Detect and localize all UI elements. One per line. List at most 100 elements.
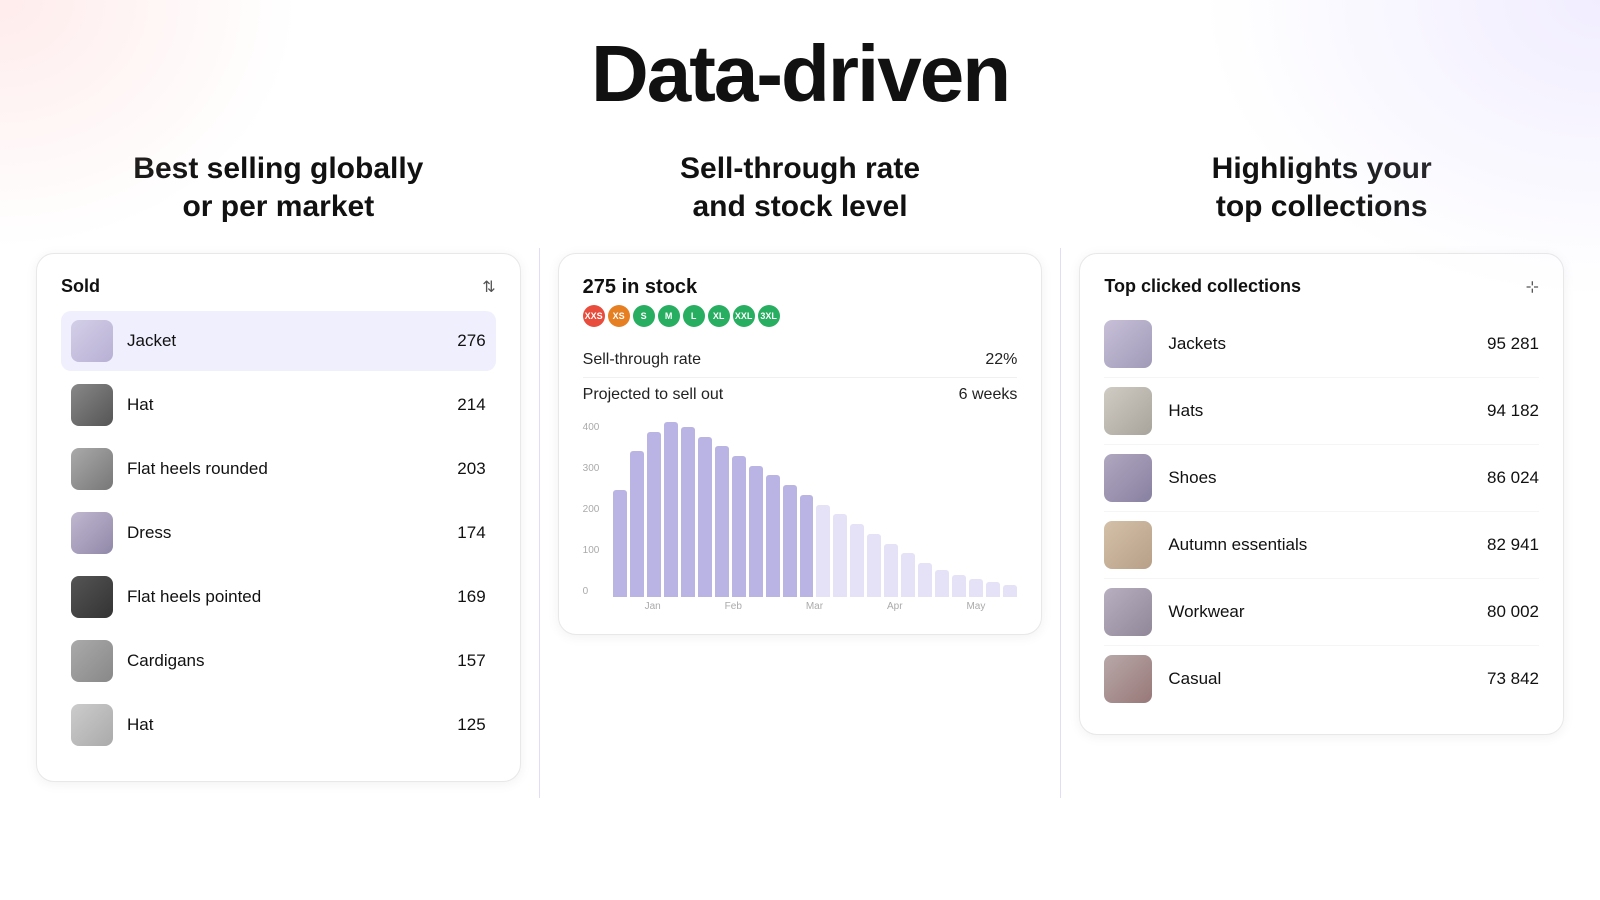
bar [969,579,983,597]
bar [715,446,729,597]
chart-x-labels: Jan Feb Mar Apr May [613,597,1018,612]
sold-item-thumb [71,512,113,554]
best-selling-card: Sold ⇅ Jacket 276 Hat 214 Flat heels rou… [36,253,521,782]
bar [918,563,932,597]
sold-item-name: Flat heels rounded [127,459,457,479]
collection-item[interactable]: Casual 73 842 [1104,646,1539,712]
metric-label: Sell-through rate [583,351,701,369]
collection-item[interactable]: Workwear 80 002 [1104,579,1539,646]
collection-thumb [1104,454,1152,502]
collection-name: Jackets [1168,334,1487,354]
size-dot: L [683,305,705,327]
size-dots: XXSXSSMLXLXXL3XL [583,305,1018,327]
size-dot: XXL [733,305,755,327]
bar [630,451,644,597]
collections-list: Jackets 95 281 Hats 94 182 Shoes 86 024 … [1104,311,1539,712]
bar [952,575,966,597]
bar [816,505,830,597]
bar [986,582,1000,597]
sort-icon[interactable]: ⇅ [482,277,495,297]
collection-item[interactable]: Shoes 86 024 [1104,445,1539,512]
sold-item[interactable]: Hat 125 [61,695,496,755]
bar [935,570,949,597]
bar [783,485,797,597]
metric-row: Sell-through rate 22% [583,343,1018,378]
bar-chart-area [613,422,1018,597]
sold-item-count: 157 [457,651,485,671]
columns-container: Best selling globallyor per market Sold … [0,150,1600,895]
bar [647,432,661,597]
column-left: Best selling globallyor per market Sold … [18,150,539,782]
collection-thumb [1104,521,1152,569]
size-dot: XL [708,305,730,327]
collection-count: 94 182 [1487,401,1539,421]
collections-label: Top clicked collections [1104,276,1301,297]
size-dot: XXS [583,305,605,327]
collection-thumb [1104,655,1152,703]
bar [884,544,898,597]
sold-item-name: Cardigans [127,651,457,671]
stock-count: 275 in stock [583,276,698,299]
sold-item[interactable]: Hat 214 [61,375,496,435]
sold-item-name: Jacket [127,331,457,351]
sell-through-card: 275 in stock XXSXSSMLXLXXL3XL Sell-throu… [558,253,1043,635]
collection-item[interactable]: Jackets 95 281 [1104,311,1539,378]
bar [867,534,881,597]
bar [833,514,847,597]
sold-item-name: Flat heels pointed [127,587,457,607]
bar [850,524,864,597]
bar [800,495,814,597]
sold-item-count: 125 [457,715,485,735]
metric-row: Projected to sell out 6 weeks [583,378,1018,412]
stock-header: 275 in stock [583,276,1018,299]
chart-y-labels: 400 300 200 100 0 [583,422,600,597]
bar [698,437,712,597]
collection-name: Hats [1168,401,1487,421]
column-title-right: Highlights yourtop collections [1212,150,1432,225]
sold-item-thumb [71,640,113,682]
sold-item[interactable]: Flat heels pointed 169 [61,567,496,627]
sold-item-thumb [71,576,113,618]
sold-item-count: 203 [457,459,485,479]
collection-thumb [1104,320,1152,368]
bar [901,553,915,597]
collection-count: 86 024 [1487,468,1539,488]
bar [766,475,780,597]
sold-item[interactable]: Jacket 276 [61,311,496,371]
collection-count: 95 281 [1487,334,1539,354]
sold-item[interactable]: Dress 174 [61,503,496,563]
page-title: Data-driven [0,0,1600,150]
collection-item[interactable]: Hats 94 182 [1104,378,1539,445]
metric-value: 22% [985,351,1017,369]
size-dot: S [633,305,655,327]
collection-count: 80 002 [1487,602,1539,622]
column-middle: Sell-through rateand stock level 275 in … [540,150,1061,635]
sold-label: Sold [61,276,100,297]
bar [613,490,627,597]
metrics-list: Sell-through rate 22% Projected to sell … [583,343,1018,412]
sold-item[interactable]: Flat heels rounded 203 [61,439,496,499]
sold-header: Sold ⇅ [61,276,496,297]
sold-item-thumb [71,448,113,490]
sold-list: Jacket 276 Hat 214 Flat heels rounded 20… [61,311,496,755]
sold-item-name: Dress [127,523,457,543]
size-dot: 3XL [758,305,780,327]
metric-label: Projected to sell out [583,386,724,404]
metric-value: 6 weeks [959,386,1018,404]
collections-card: Top clicked collections ⊹ Jackets 95 281… [1079,253,1564,735]
column-title-middle: Sell-through rateand stock level [680,150,920,225]
bar-chart-wrapper: 400 300 200 100 0 Jan Feb Mar Apr May [583,422,1018,612]
bar [664,422,678,597]
collection-name: Casual [1168,669,1487,689]
collection-thumb [1104,588,1152,636]
sold-item-name: Hat [127,715,457,735]
filter-icon[interactable]: ⊹ [1526,277,1539,297]
sold-item-thumb [71,384,113,426]
sold-item-count: 214 [457,395,485,415]
collection-name: Shoes [1168,468,1487,488]
collection-count: 82 941 [1487,535,1539,555]
collection-item[interactable]: Autumn essentials 82 941 [1104,512,1539,579]
bar [749,466,763,597]
size-dot: M [658,305,680,327]
sold-item[interactable]: Cardigans 157 [61,631,496,691]
